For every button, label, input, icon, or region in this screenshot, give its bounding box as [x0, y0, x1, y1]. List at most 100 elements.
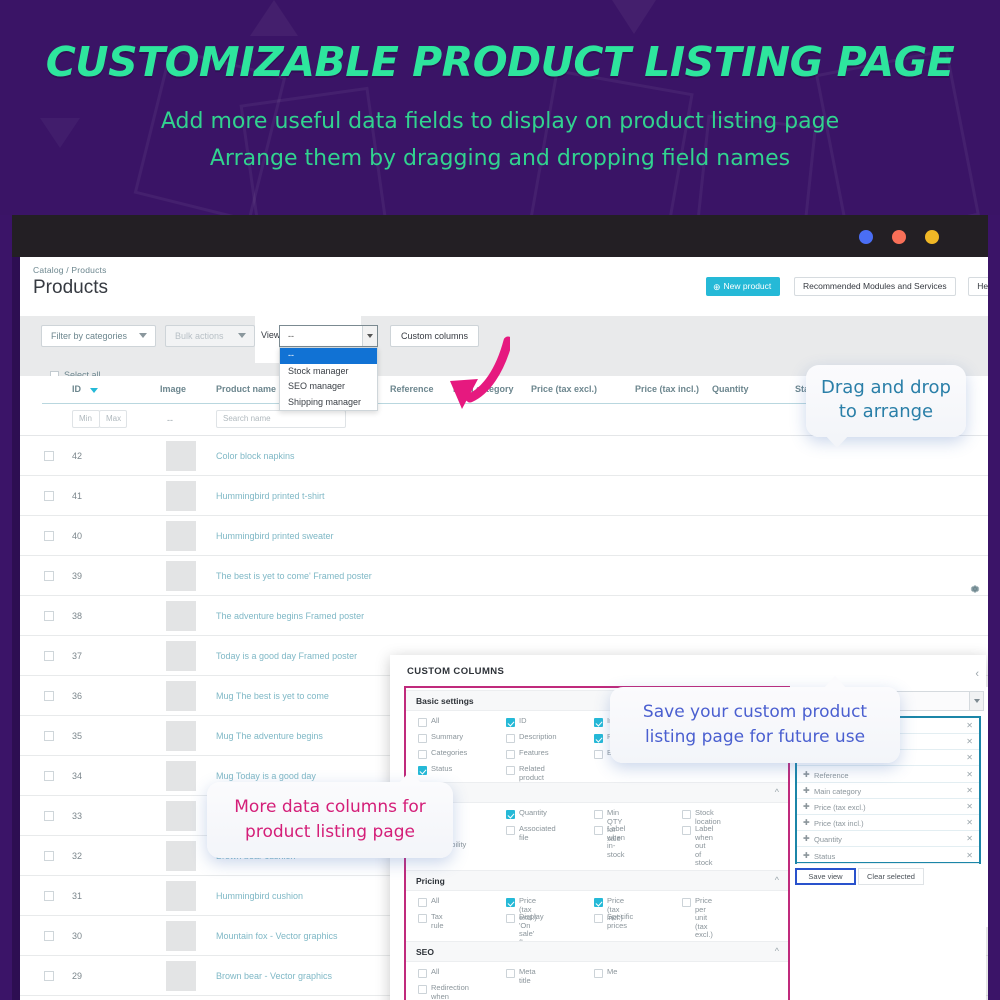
remove-icon[interactable]: ✕ [966, 721, 973, 730]
view-option-seo-manager[interactable]: SEO manager [280, 379, 377, 395]
remove-icon[interactable]: ✕ [966, 802, 973, 811]
view-select[interactable]: -- [279, 325, 378, 347]
column-order-item-label: Reference [814, 770, 849, 780]
cell-product-name[interactable]: Mug The adventure begins [216, 731, 323, 741]
remove-icon[interactable]: ✕ [966, 834, 973, 843]
column-header-price-incl[interactable]: Price (tax incl.) [635, 384, 699, 394]
remove-icon[interactable]: ✕ [966, 737, 973, 746]
row-checkbox[interactable] [44, 611, 54, 621]
checkbox-box [418, 734, 427, 743]
window-dot-blue-icon[interactable] [859, 230, 873, 244]
remove-icon[interactable]: ✕ [966, 770, 973, 779]
column-order-item[interactable]: ✚ Status ✕ [797, 848, 979, 864]
chevron-up-icon[interactable]: ^ [775, 875, 779, 885]
column-order-item[interactable]: ✚ Reference ✕ [797, 767, 979, 783]
chevron-up-icon[interactable]: ^ [775, 946, 779, 956]
callout-save-text: Save your custom product listing page fo… [610, 700, 900, 750]
checkbox-box [506, 718, 515, 727]
row-checkbox[interactable] [44, 931, 54, 941]
cell-product-name[interactable]: Hummingbird printed t-shirt [216, 491, 325, 501]
table-row[interactable]: 38 The adventure begins Framed poster [20, 596, 988, 636]
row-checkbox[interactable] [44, 451, 54, 461]
drag-handle-icon[interactable]: ✚ [803, 851, 810, 860]
row-checkbox[interactable] [44, 851, 54, 861]
filter-name-input[interactable]: Search name [216, 410, 346, 428]
view-option-shipping-manager[interactable]: Shipping manager [280, 395, 377, 411]
cell-product-name[interactable]: The best is yet to come' Framed poster [216, 571, 372, 581]
filter-id-max-input[interactable]: Max [99, 410, 127, 428]
cell-product-name[interactable]: Mug The best is yet to come [216, 691, 329, 701]
clear-selected-button[interactable]: Clear selected [858, 868, 924, 885]
cc-section-header-seo[interactable]: SEO ^ [406, 941, 788, 962]
new-product-button[interactable]: ⊕ New product [706, 277, 781, 296]
sort-caret-icon[interactable] [90, 388, 98, 393]
column-header-product-name[interactable]: Product name [216, 384, 276, 394]
filter-by-categories-select[interactable]: Filter by categories [41, 325, 156, 347]
row-checkbox[interactable] [44, 811, 54, 821]
remove-icon[interactable]: ✕ [966, 753, 973, 762]
checkbox-box [506, 826, 515, 835]
row-checkbox[interactable] [44, 731, 54, 741]
cell-product-name[interactable]: The adventure begins Framed poster [216, 611, 364, 621]
pink-arrow-annotation [450, 336, 510, 409]
column-order-item[interactable]: ✚ Main category ✕ [797, 783, 979, 799]
remove-icon[interactable]: ✕ [966, 818, 973, 827]
filter-id-min-input[interactable]: Min [72, 410, 100, 428]
window-dot-yellow-icon[interactable] [925, 230, 939, 244]
table-row[interactable]: 40 Hummingbird printed sweater [20, 516, 988, 556]
row-checkbox[interactable] [44, 691, 54, 701]
table-row[interactable]: 41 Hummingbird printed t-shirt [20, 476, 988, 516]
callout-save-line2: listing page for future use [644, 727, 866, 747]
drag-handle-icon[interactable]: ✚ [803, 770, 810, 779]
gear-icon[interactable] [969, 583, 981, 595]
cell-product-name[interactable]: Hummingbird cushion [216, 891, 303, 901]
remove-icon[interactable]: ✕ [966, 786, 973, 795]
column-header-image[interactable]: Image [160, 384, 186, 394]
drag-handle-icon[interactable]: ✚ [803, 802, 810, 811]
column-header-price-excl[interactable]: Price (tax excl.) [531, 384, 597, 394]
breadcrumb[interactable]: Catalog / Products [33, 265, 107, 275]
row-checkbox[interactable] [44, 891, 54, 901]
checkbox-box [506, 969, 515, 978]
row-checkbox[interactable] [44, 971, 54, 981]
remove-icon[interactable]: ✕ [966, 851, 973, 860]
row-checkbox[interactable] [44, 771, 54, 781]
cell-product-name[interactable]: Brown bear - Vector graphics [216, 971, 332, 981]
column-header-id[interactable]: ID [72, 384, 81, 394]
drag-handle-icon[interactable]: ✚ [803, 834, 810, 843]
cell-product-name[interactable]: Mug Today is a good day [216, 771, 316, 781]
cc-checkbox-label: Status [431, 764, 453, 773]
cc-section-header-pricing[interactable]: Pricing ^ [406, 870, 788, 891]
checkbox-box [594, 826, 603, 835]
column-order-item[interactable]: ✚ Price (tax excl.) ✕ [797, 799, 979, 815]
table-row[interactable]: 39 The best is yet to come' Framed poster [20, 556, 988, 596]
save-view-button[interactable]: Save view [795, 868, 856, 885]
view-option-blank[interactable]: -- [280, 348, 377, 364]
cell-product-name[interactable]: Color block napkins [216, 451, 295, 461]
drag-handle-icon[interactable]: ✚ [803, 818, 810, 827]
view-dropdown-menu[interactable]: -- Stock manager SEO manager Shipping ma… [279, 347, 378, 411]
row-checkbox[interactable] [44, 571, 54, 581]
product-thumbnail [166, 481, 196, 511]
chevron-up-icon[interactable]: ^ [775, 787, 779, 797]
cell-product-name[interactable]: Mountain fox - Vector graphics [216, 931, 338, 941]
callout-tail [397, 771, 423, 785]
view-option-stock-manager[interactable]: Stock manager [280, 364, 377, 380]
callout-more-text: More data columns for product listing pa… [207, 795, 453, 845]
drag-handle-icon[interactable]: ✚ [803, 786, 810, 795]
row-checkbox[interactable] [44, 531, 54, 541]
cc-section-header-quantity[interactable]: Quantity^ [406, 782, 788, 803]
window-dot-red-icon[interactable] [892, 230, 906, 244]
checkbox-box [682, 898, 691, 907]
bulk-actions-select[interactable]: Bulk actions [165, 325, 255, 347]
help-button[interactable]: Help [968, 277, 988, 296]
column-order-item[interactable]: ✚ Quantity ✕ [797, 831, 979, 848]
recommended-modules-button[interactable]: Recommended Modules and Services [794, 277, 956, 296]
cell-product-name[interactable]: Today is a good day Framed poster [216, 651, 357, 661]
column-order-item[interactable]: ✚ Price (tax incl.) ✕ [797, 815, 979, 832]
cell-product-name[interactable]: Hummingbird printed sweater [216, 531, 334, 541]
row-checkbox[interactable] [44, 651, 54, 661]
column-header-quantity[interactable]: Quantity [712, 384, 749, 394]
row-checkbox[interactable] [44, 491, 54, 501]
chevron-left-icon[interactable]: ‹ [975, 668, 979, 680]
